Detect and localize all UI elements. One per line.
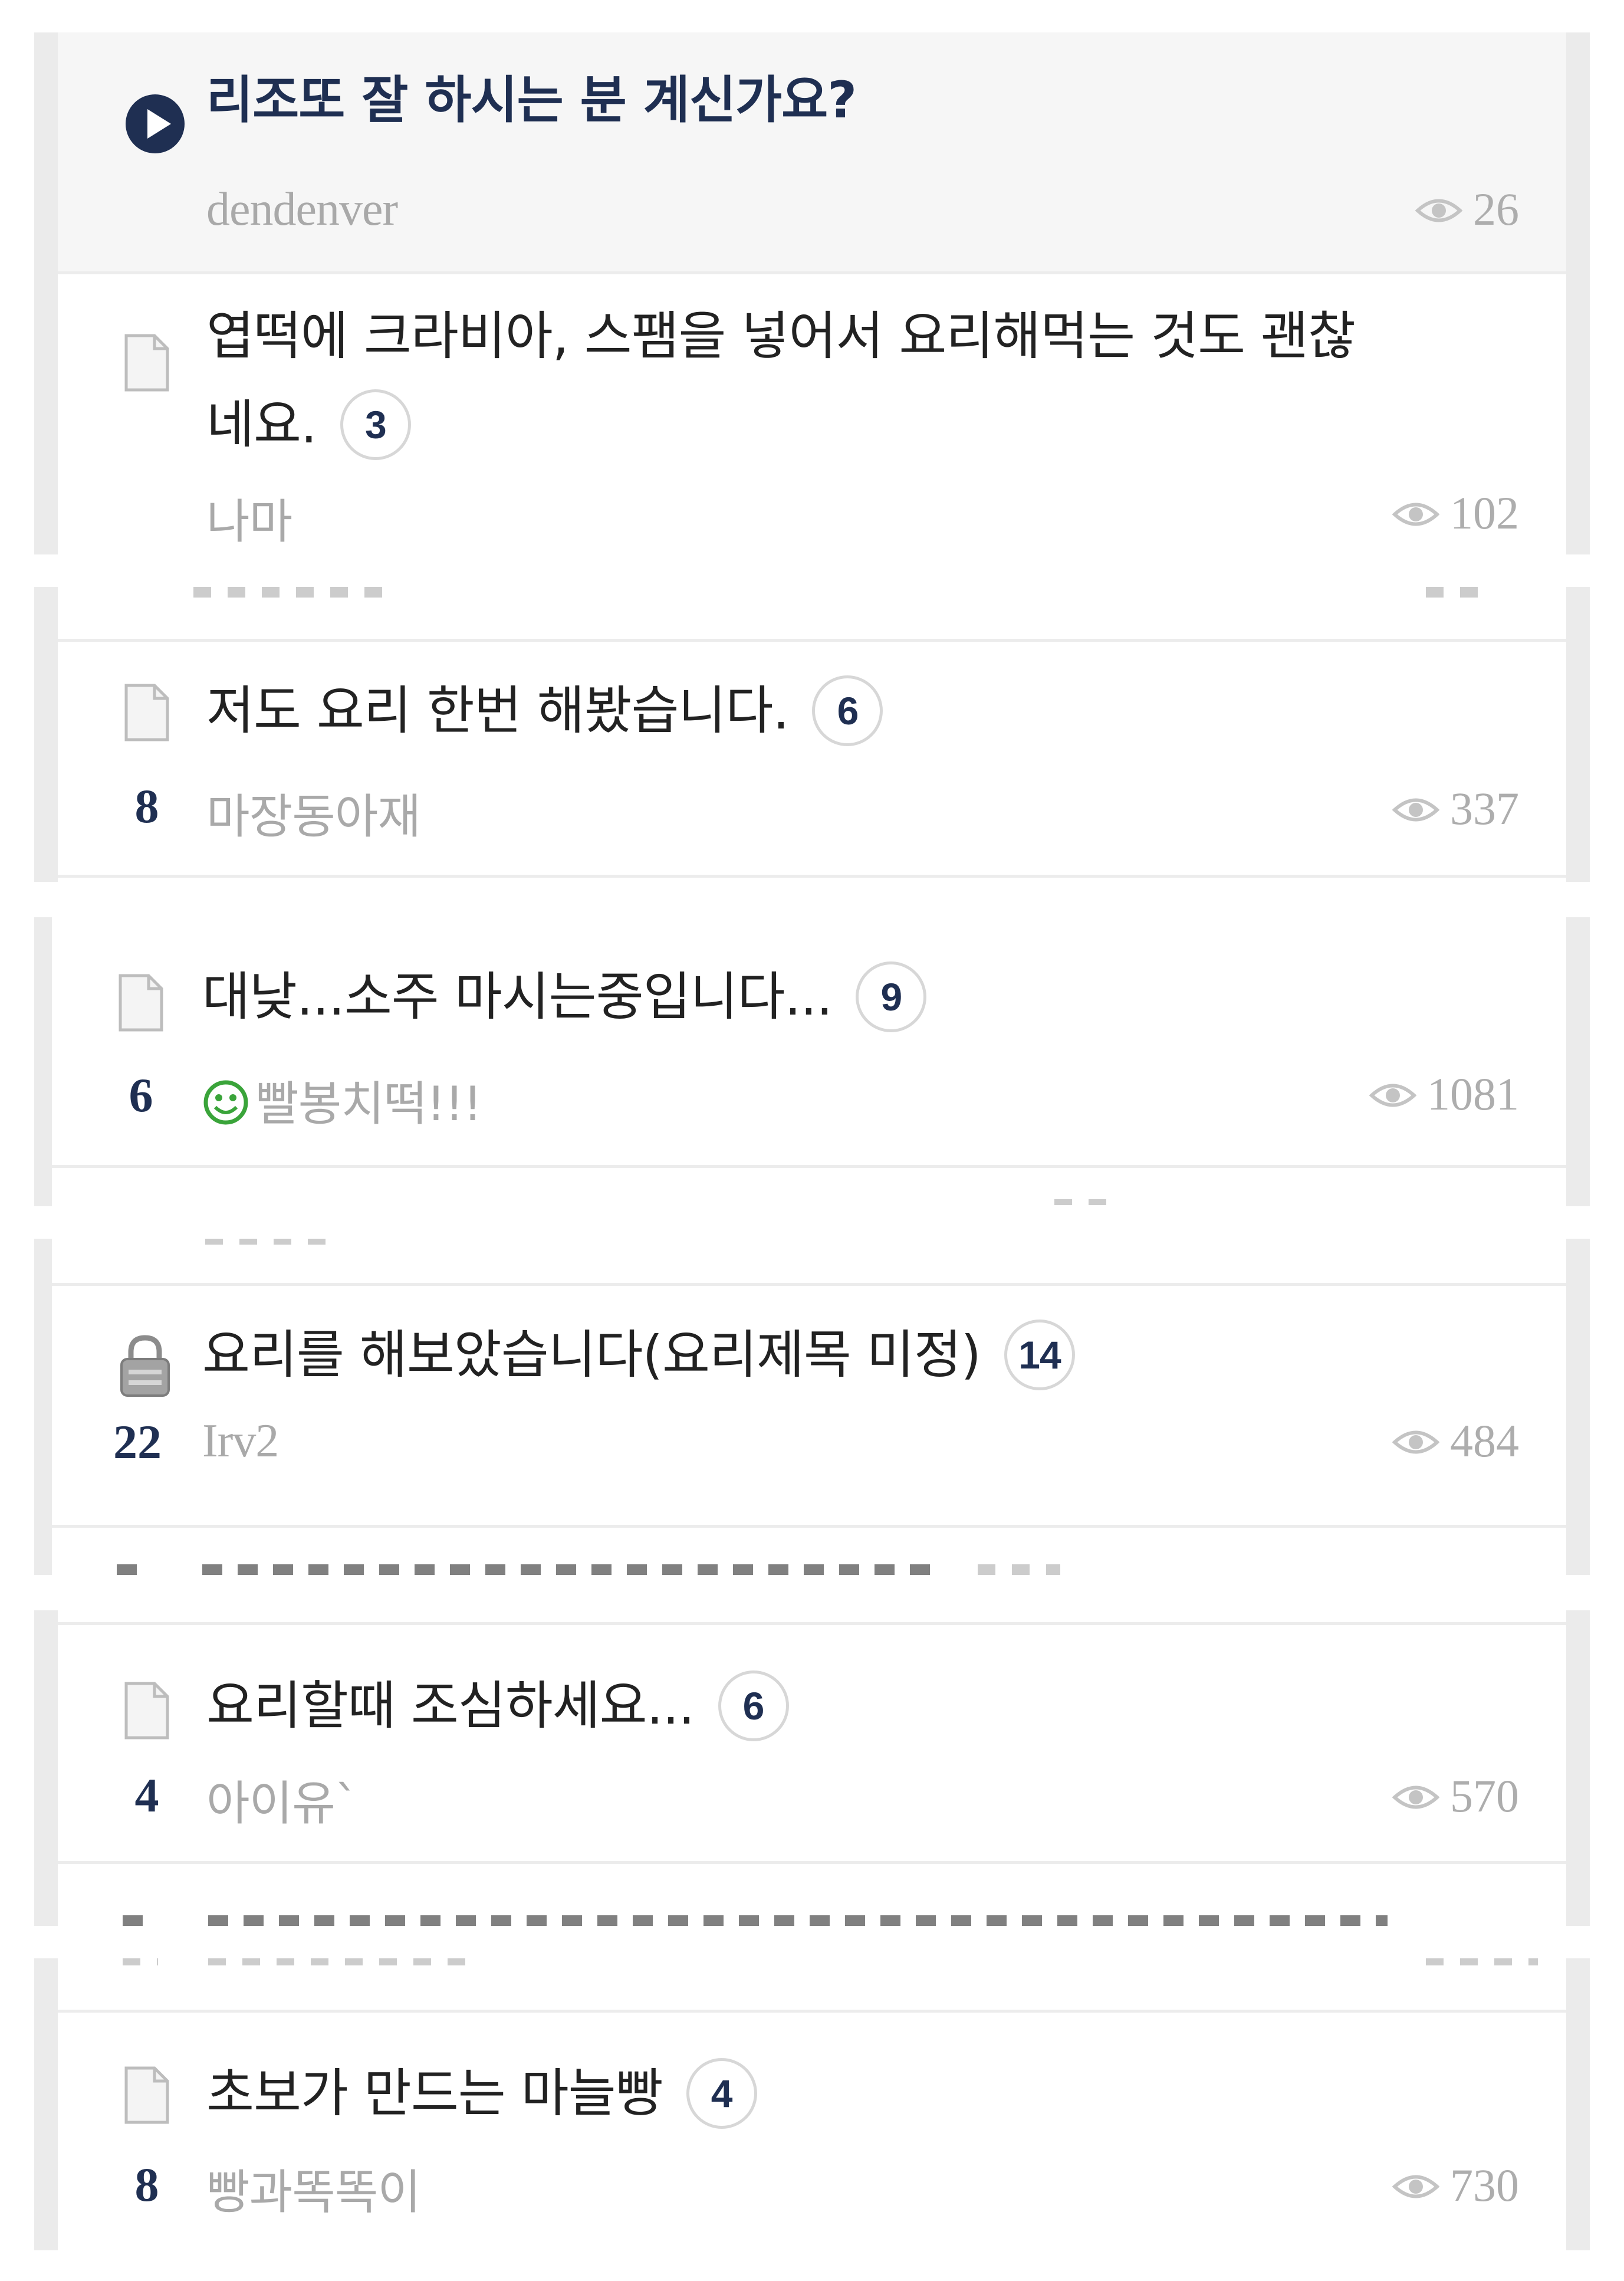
recommend-count: 4 — [134, 1768, 159, 1822]
screenshot-strip-2: 저도 요리 한번 해봤습니다. 6 8 마장동아재 337 — [34, 587, 1590, 882]
post-row-notice[interactable]: 리조또 잘 하시는 분 계신가요? dendenver 26 — [58, 32, 1566, 274]
recommend-count: 8 — [134, 779, 159, 833]
recommend-count: 22 — [113, 1415, 162, 1469]
cropped-text-fragment — [1426, 587, 1485, 598]
post-views: 484 — [1392, 1414, 1519, 1468]
screenshot-strip-6: 초보가 만드는 마늘빵 4 8 빵과똑똑이 730 — [34, 1958, 1590, 2250]
post-title-text[interactable]: 대낮...소주 마시는중입니다... — [202, 966, 833, 1027]
comment-count-badge[interactable]: 6 — [718, 1670, 789, 1742]
post-views-count: 730 — [1450, 2159, 1519, 2211]
post-author[interactable]: 아이유` — [206, 1765, 359, 1834]
comment-count-badge[interactable]: 6 — [812, 675, 883, 747]
post-author[interactable]: 빵과똑똑이 — [206, 2154, 421, 2223]
post-views: 26 — [1415, 183, 1519, 236]
post-row[interactable]: 초보가 만드는 마늘빵 4 8 빵과똑똑이 730 — [58, 2013, 1566, 2250]
post-author-name[interactable]: 빨봉치떡!!! — [255, 1076, 482, 1131]
post-author[interactable]: 빨봉치떡!!! — [202, 1066, 482, 1134]
recommend-count: 6 — [129, 1068, 153, 1122]
cropped-text-fragment — [208, 1915, 1388, 1926]
post-list: 저도 요리 한번 해봤습니다. 6 8 마장동아재 337 — [58, 587, 1566, 882]
post-author[interactable]: 마장동아재 — [206, 779, 421, 847]
cropped-text-fragment — [123, 1958, 158, 1965]
post-author[interactable]: 나마 — [206, 484, 292, 552]
post-list: 초보가 만드는 마늘빵 4 8 빵과똑똑이 730 — [58, 1958, 1566, 2250]
post-title-text[interactable]: 요리할때 조심하세요... — [206, 1675, 695, 1736]
cropped-text-fragment — [205, 1239, 341, 1245]
screenshot-strip-3: 대낮...소주 마시는중입니다... 9 6 빨봉치떡!!! 1081 — [34, 917, 1590, 1206]
post-title-line-1[interactable]: 엽떡에 크라비아, 스팸을 넣어서 요리해먹는 것도 괜찮 — [206, 292, 1460, 380]
post-title[interactable]: 대낮...소주 마시는중입니다... 9 — [202, 953, 1460, 1041]
post-list: 요리할때 조심하세요... 6 4 아이유` 570 — [58, 1610, 1566, 1926]
post-title-text[interactable]: 네요. — [206, 394, 317, 455]
post-views-count: 102 — [1450, 487, 1519, 539]
play-icon — [123, 91, 188, 156]
post-row[interactable]: 요리를 해보았습니다(요리제목 미정) 14 22 Irv2 484 — [52, 1286, 1566, 1528]
eye-icon — [1369, 1081, 1416, 1110]
cropped-text-fragment — [117, 1564, 152, 1575]
post-views-count: 1081 — [1427, 1068, 1519, 1120]
lock-icon — [117, 1333, 173, 1398]
comment-count-badge[interactable]: 14 — [1004, 1320, 1076, 1391]
doc-icon — [123, 333, 170, 392]
screenshot-strip-1: 리조또 잘 하시는 분 계신가요? dendenver 26 엽떡에 크라비아,… — [34, 32, 1590, 554]
doc-icon — [123, 683, 170, 742]
post-title[interactable]: 요리를 해보았습니다(요리제목 미정) 14 — [202, 1311, 1460, 1399]
post-views-count: 484 — [1450, 1415, 1519, 1466]
post-title-text[interactable]: 요리를 해보았습니다(요리제목 미정) — [202, 1324, 981, 1385]
post-title[interactable]: 리조또 잘 하시는 분 계신가요? — [206, 56, 1460, 145]
recommend-count: 8 — [134, 2158, 159, 2211]
post-views: 730 — [1392, 2159, 1519, 2212]
post-views-count: 570 — [1450, 1770, 1519, 1821]
screenshot-strip-4: 요리를 해보았습니다(요리제목 미정) 14 22 Irv2 484 — [34, 1239, 1590, 1575]
cropped-text-fragment — [208, 1958, 479, 1965]
eye-icon — [1415, 196, 1462, 225]
doc-icon — [123, 2066, 170, 2125]
post-title[interactable]: 초보가 만드는 마늘빵 4 — [206, 2049, 1460, 2138]
post-views: 570 — [1392, 1770, 1519, 1823]
post-views-count: 337 — [1450, 783, 1519, 834]
cropped-text-fragment — [123, 1915, 158, 1926]
cropped-text-fragment — [1054, 1199, 1107, 1205]
post-row[interactable]: 대낮...소주 마시는중입니다... 9 6 빨봉치떡!!! 1081 — [52, 917, 1566, 1168]
post-views-count: 26 — [1473, 183, 1519, 235]
post-row[interactable]: 저도 요리 한번 해봤습니다. 6 8 마장동아재 337 — [58, 642, 1566, 878]
cropped-text-fragment — [202, 1564, 939, 1575]
smile-icon — [202, 1079, 249, 1126]
cropped-text-fragment — [1426, 1958, 1538, 1965]
cropped-text-fragment — [978, 1564, 1060, 1575]
doc-icon — [123, 1681, 170, 1740]
post-list: 리조또 잘 하시는 분 계신가요? dendenver 26 엽떡에 크라비아,… — [58, 32, 1566, 554]
post-title[interactable]: 요리할때 조심하세요... 6 — [206, 1662, 1460, 1750]
eye-icon — [1392, 795, 1439, 825]
eye-icon — [1392, 500, 1439, 529]
post-author[interactable]: Irv2 — [202, 1414, 279, 1468]
post-row[interactable]: 요리할때 조심하세요... 6 4 아이유` 570 — [58, 1625, 1566, 1864]
eye-icon — [1392, 2172, 1439, 2201]
post-title-text[interactable]: 저도 요리 한번 해봤습니다. — [206, 680, 789, 741]
post-row[interactable]: 엽떡에 크라비아, 스팸을 넣어서 요리해먹는 것도 괜찮 네요. 3 나마 10… — [58, 274, 1566, 554]
post-list: 요리를 해보았습니다(요리제목 미정) 14 22 Irv2 484 — [52, 1239, 1566, 1575]
screenshot-strip-5: 요리할때 조심하세요... 6 4 아이유` 570 — [34, 1610, 1590, 1926]
post-views: 102 — [1392, 487, 1519, 540]
comment-count-badge[interactable]: 3 — [340, 389, 411, 461]
post-title-text[interactable]: 초보가 만드는 마늘빵 — [206, 2063, 663, 2124]
comment-count-badge[interactable]: 4 — [686, 2058, 757, 2129]
post-list: 대낮...소주 마시는중입니다... 9 6 빨봉치떡!!! 1081 — [52, 917, 1566, 1206]
post-author[interactable]: dendenver — [206, 183, 398, 237]
cropped-text-fragment — [193, 587, 382, 598]
comment-count-badge[interactable]: 9 — [856, 961, 927, 1033]
post-views: 337 — [1392, 782, 1519, 835]
post-views: 1081 — [1369, 1068, 1519, 1121]
doc-icon — [117, 973, 164, 1032]
post-title[interactable]: 저도 요리 한번 해봤습니다. 6 — [206, 667, 1460, 755]
post-title-line-2[interactable]: 네요. 3 — [206, 380, 1460, 469]
eye-icon — [1392, 1783, 1439, 1812]
eye-icon — [1392, 1427, 1439, 1457]
